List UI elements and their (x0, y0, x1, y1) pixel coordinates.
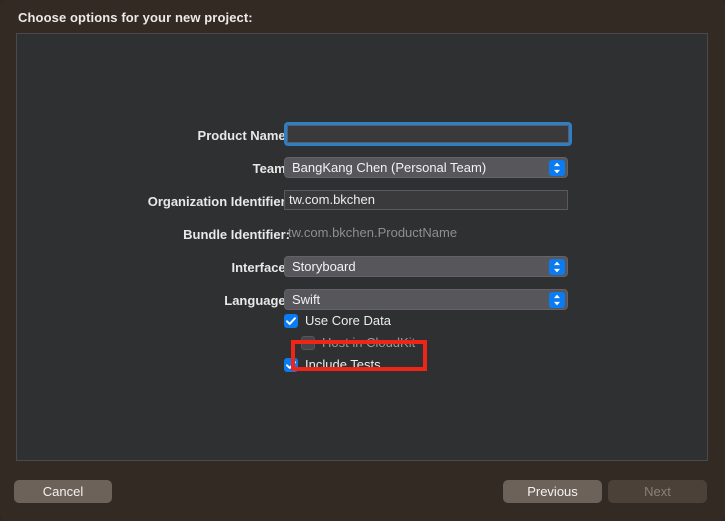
previous-button[interactable]: Previous (503, 480, 602, 503)
field-row-product-name: Product Name: (17, 122, 707, 153)
cancel-button[interactable]: Cancel (14, 480, 112, 503)
team-popup-button[interactable]: BangKang Chen (Personal Team) (284, 157, 568, 178)
page-title: Choose options for your new project: (18, 10, 253, 25)
team-control: BangKang Chen (Personal Team) (284, 155, 568, 178)
language-popup-value: Swift (292, 292, 321, 307)
options-checkbox-group: Use Core Data Host in CloudKit Include T… (284, 310, 415, 376)
interface-popup-button[interactable]: Storyboard (284, 256, 568, 277)
options-form: Product Name: Team: BangKang Chen (Perso… (17, 122, 707, 320)
product-name-control (284, 122, 572, 146)
bundle-identifier-label: Bundle Identifier: (183, 227, 290, 242)
chevron-up-down-icon[interactable] (549, 291, 565, 308)
checkmark-icon[interactable] (284, 357, 298, 372)
team-popup-value: BangKang Chen (Personal Team) (292, 160, 487, 175)
field-row-interface: Interface: Storyboard (17, 254, 707, 285)
interface-label: Interface: (231, 260, 290, 275)
interface-popup-value: Storyboard (292, 259, 356, 274)
bundle-identifier-control: tw.com.bkchen.ProductName (284, 221, 568, 243)
interface-control: Storyboard (284, 254, 568, 277)
product-name-input[interactable] (284, 122, 572, 146)
organization-identifier-label: Organization Identifier: (147, 194, 290, 209)
checkbox-label-host-in-cloudkit: Host in CloudKit (322, 335, 416, 350)
checkbox-row-include-tests[interactable]: Include Tests (284, 354, 415, 375)
new-project-options-dialog: Choose options for your new project: Pro… (0, 0, 725, 521)
organization-identifier-input[interactable]: tw.com.bkchen (284, 190, 568, 210)
product-name-label: Product Name: (197, 128, 290, 143)
checkbox-row-use-core-data[interactable]: Use Core Data (284, 310, 415, 331)
options-panel: Product Name: Team: BangKang Chen (Perso… (16, 33, 708, 461)
product-name-input-value[interactable] (287, 125, 569, 143)
checkmark-icon[interactable] (284, 313, 298, 328)
checkbox-icon-unchecked[interactable] (301, 335, 315, 350)
language-label: Language: (224, 293, 290, 308)
field-row-team: Team: BangKang Chen (Personal Team) (17, 155, 707, 186)
language-control: Swift (284, 287, 568, 310)
checkbox-row-host-in-cloudkit[interactable]: Host in CloudKit (284, 332, 415, 353)
chevron-up-down-icon[interactable] (549, 258, 565, 275)
next-button: Next (608, 480, 707, 503)
bundle-identifier-value: tw.com.bkchen.ProductName (288, 225, 458, 240)
checkbox-label-use-core-data: Use Core Data (305, 313, 391, 328)
chevron-up-down-icon[interactable] (549, 159, 565, 176)
organization-identifier-control: tw.com.bkchen (284, 188, 568, 210)
checkbox-label-include-tests: Include Tests (305, 357, 381, 372)
field-row-bundle-identifier: Bundle Identifier: tw.com.bkchen.Product… (17, 221, 707, 252)
field-row-organization-identifier: Organization Identifier: tw.com.bkchen (17, 188, 707, 219)
language-popup-button[interactable]: Swift (284, 289, 568, 310)
